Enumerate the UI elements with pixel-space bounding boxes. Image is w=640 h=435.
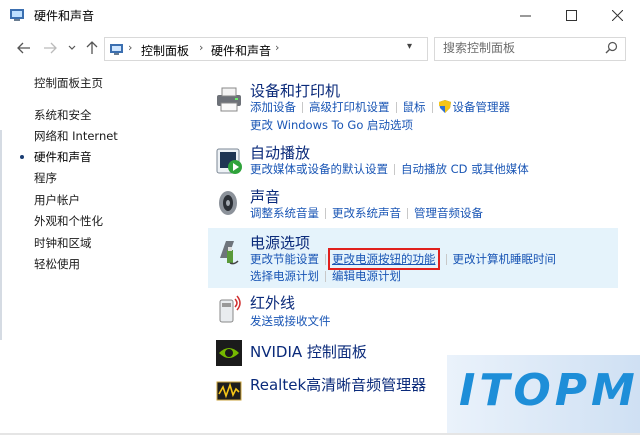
link-adjust-volume[interactable]: 调整系统音量 (250, 206, 319, 220)
link-device-manager[interactable]: 设备管理器 (453, 100, 511, 114)
category-title-infrared[interactable]: 红外线 (250, 292, 295, 313)
link-divider (431, 102, 433, 113)
close-button[interactable] (594, 0, 640, 30)
control-panel-app-icon (10, 9, 24, 21)
sidebar-item-programs[interactable]: 程序 (34, 170, 57, 186)
close-icon (611, 9, 623, 21)
link-mouse[interactable]: 鼠标 (403, 100, 426, 114)
link-divider (395, 102, 397, 113)
minimize-button[interactable] (502, 0, 548, 30)
link-send-receive-files[interactable]: 发送或接收文件 (250, 314, 331, 328)
sidebar-item-network-internet[interactable]: 网络和 Internet (34, 128, 118, 144)
category-links-infrared: 发送或接收文件 (250, 313, 331, 329)
category-links-devices-row2: 更改 Windows To Go 启动选项 (250, 117, 413, 133)
forward-button[interactable] (40, 38, 60, 58)
sidebar-item-ease-of-access[interactable]: 轻松使用 (34, 256, 80, 272)
address-dropdown-icon[interactable]: ▾ (407, 41, 412, 52)
link-power-button-function[interactable]: 更改电源按钮的功能 (328, 248, 440, 270)
active-item-bullet (20, 155, 24, 159)
back-arrow-icon (17, 42, 30, 54)
category-autoplay: 自动播放 更改媒体或设备的默认设置 自动播放 CD 或其他媒体 (208, 140, 618, 180)
forward-arrow-icon (44, 42, 57, 54)
category-power-options: 电源选项 更改节能设置 更改电源按钮的功能 更改计算机睡眠时间 选择电源计划 编辑电源… (208, 228, 618, 288)
search-icon[interactable] (605, 41, 618, 54)
maximize-button[interactable] (548, 0, 594, 30)
breadcrumb-control-panel[interactable]: 控制面板 (141, 42, 189, 59)
category-sound: 声音 调整系统音量 更改系统声音 管理音频设备 (208, 184, 618, 224)
window-title: 硬件和声音 (34, 9, 95, 23)
watermark-text: ITOPM (459, 365, 639, 416)
link-windows-to-go[interactable]: 更改 Windows To Go 启动选项 (250, 118, 413, 132)
category-title-devices-printers[interactable]: 设备和打印机 (250, 80, 340, 101)
link-manage-audio-devices[interactable]: 管理音频设备 (414, 206, 483, 220)
uac-shield-icon (438, 100, 451, 113)
sidebar-item-system-security[interactable]: 系统和安全 (34, 107, 92, 123)
category-devices-printers: 设备和打印机 添加设备 高级打印机设置 鼠标 设备管理器 更改 Windows To … (208, 78, 618, 134)
search-input[interactable] (435, 38, 603, 58)
maximize-icon (565, 9, 577, 21)
link-divider (325, 271, 326, 282)
breadcrumb-hardware-sound[interactable]: 硬件和声音 (211, 42, 271, 59)
category-title-nvidia[interactable]: NVIDIA 控制面板 (250, 341, 367, 362)
link-divider (407, 208, 408, 219)
watermark-logo: ITOPM (447, 355, 640, 435)
realtek-icon (216, 381, 242, 401)
link-divider (302, 102, 303, 113)
minimize-icon (519, 15, 531, 16)
up-button[interactable] (82, 38, 102, 58)
power-icon (220, 241, 239, 265)
title-bar: 硬件和声音 (0, 0, 640, 31)
category-links-devices: 添加设备 高级打印机设置 鼠标 设备管理器 (250, 99, 510, 115)
up-arrow-icon (86, 41, 98, 54)
category-links-sound: 调整系统音量 更改系统声音 管理音频设备 (250, 205, 483, 221)
category-links-autoplay: 更改媒体或设备的默认设置 自动播放 CD 或其他媒体 (250, 161, 529, 177)
link-choose-power-plan[interactable]: 选择电源计划 (250, 269, 319, 283)
sidebar-item-control-panel-home[interactable]: 控制面板主页 (34, 75, 103, 91)
link-divider (445, 254, 447, 265)
link-autoplay-cd[interactable]: 自动播放 CD 或其他媒体 (401, 162, 529, 176)
control-panel-icon (110, 44, 123, 55)
address-bar[interactable]: › 控制面板 › 硬件和声音 › ▾ (104, 37, 428, 61)
link-divider (325, 254, 326, 265)
printer-icon (217, 87, 241, 112)
link-edit-power-plan[interactable]: 编辑电源计划 (332, 269, 401, 283)
breadcrumb-separator: › (128, 41, 133, 54)
chevron-down-icon (68, 45, 76, 50)
link-change-power-saving[interactable]: 更改节能设置 (250, 252, 319, 266)
speaker-icon (219, 191, 237, 215)
nvidia-icon (216, 340, 242, 366)
background-window-edge (0, 130, 2, 340)
link-divider (394, 164, 395, 175)
link-change-system-sounds[interactable]: 更改系统声音 (332, 206, 401, 220)
link-advanced-printer-settings[interactable]: 高级打印机设置 (309, 100, 390, 114)
sidebar-item-appearance[interactable]: 外观和个性化 (34, 213, 103, 229)
category-infrared: 红外线 发送或接收文件 (208, 292, 618, 332)
category-title-power-options[interactable]: 电源选项 (250, 232, 310, 253)
back-button[interactable] (14, 38, 34, 58)
category-links-power-row2: 选择电源计划 编辑电源计划 (250, 268, 401, 284)
sidebar-item-user-accounts[interactable]: 用户帐户 (34, 192, 80, 208)
infrared-icon (219, 295, 241, 323)
category-title-realtek[interactable]: Realtek高清晰音频管理器 (250, 374, 426, 395)
category-links-power: 更改节能设置 更改电源按钮的功能 更改计算机睡眠时间 (250, 248, 557, 270)
breadcrumb-separator: › (199, 41, 204, 54)
category-title-autoplay[interactable]: 自动播放 (250, 142, 310, 163)
sidebar-item-hardware-sound: 硬件和声音 (34, 150, 92, 164)
breadcrumb-separator: › (275, 41, 280, 54)
search-box[interactable] (434, 37, 626, 61)
link-add-device[interactable]: 添加设备 (250, 100, 296, 114)
category-title-sound[interactable]: 声音 (250, 186, 280, 207)
link-change-sleep-time[interactable]: 更改计算机睡眠时间 (453, 252, 557, 266)
sidebar-item-clock-region[interactable]: 时钟和区域 (34, 235, 92, 251)
link-divider (325, 208, 326, 219)
autoplay-icon (216, 148, 242, 174)
link-change-default-media[interactable]: 更改媒体或设备的默认设置 (250, 162, 388, 176)
recent-locations-button[interactable] (62, 38, 82, 58)
